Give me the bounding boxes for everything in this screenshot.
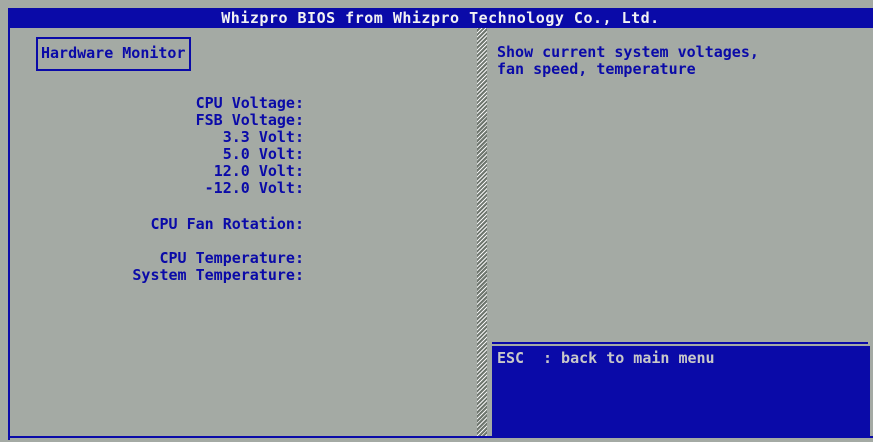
esc-key-description: : back to main menu bbox=[543, 349, 715, 367]
help-line: fan speed, temperature bbox=[497, 60, 696, 78]
cpu-voltage-label: CPU Voltage: bbox=[195, 94, 304, 112]
bios-screen: Whizpro BIOS from Whizpro Technology Co.… bbox=[0, 0, 873, 442]
esc-key-name: ESC bbox=[497, 349, 525, 367]
voltage-5v-label: 5.0 Volt: bbox=[222, 145, 304, 163]
page-title: Hardware Monitor bbox=[36, 37, 191, 71]
cpu-temperature-label: CPU Temperature: bbox=[159, 249, 305, 267]
key-legend-panel: ESC : back to main menu bbox=[492, 346, 870, 436]
voltage-minus-12v-label: -12.0 Volt: bbox=[204, 179, 304, 197]
hardware-monitor-panel: Hardware Monitor CPU Voltage: FSB Voltag… bbox=[10, 28, 478, 436]
cpu-fan-rotation-label: CPU Fan Rotation: bbox=[150, 215, 304, 233]
help-line: Show current system voltages, bbox=[497, 43, 759, 61]
voltage-12v-label: 12.0 Volt: bbox=[213, 162, 304, 180]
item-help-text: Show current system voltages, fan speed,… bbox=[497, 44, 759, 78]
help-separator bbox=[492, 342, 868, 344]
bios-title-bar: Whizpro BIOS from Whizpro Technology Co.… bbox=[8, 8, 873, 28]
system-temperature-label: System Temperature: bbox=[132, 266, 304, 284]
esc-key-hint: ESC : back to main menu bbox=[497, 350, 715, 367]
voltage-3-3v-label: 3.3 Volt: bbox=[222, 128, 304, 146]
fsb-voltage-label: FSB Voltage: bbox=[195, 111, 304, 129]
frame-bottom-border bbox=[8, 436, 873, 438]
panel-divider bbox=[477, 28, 487, 436]
